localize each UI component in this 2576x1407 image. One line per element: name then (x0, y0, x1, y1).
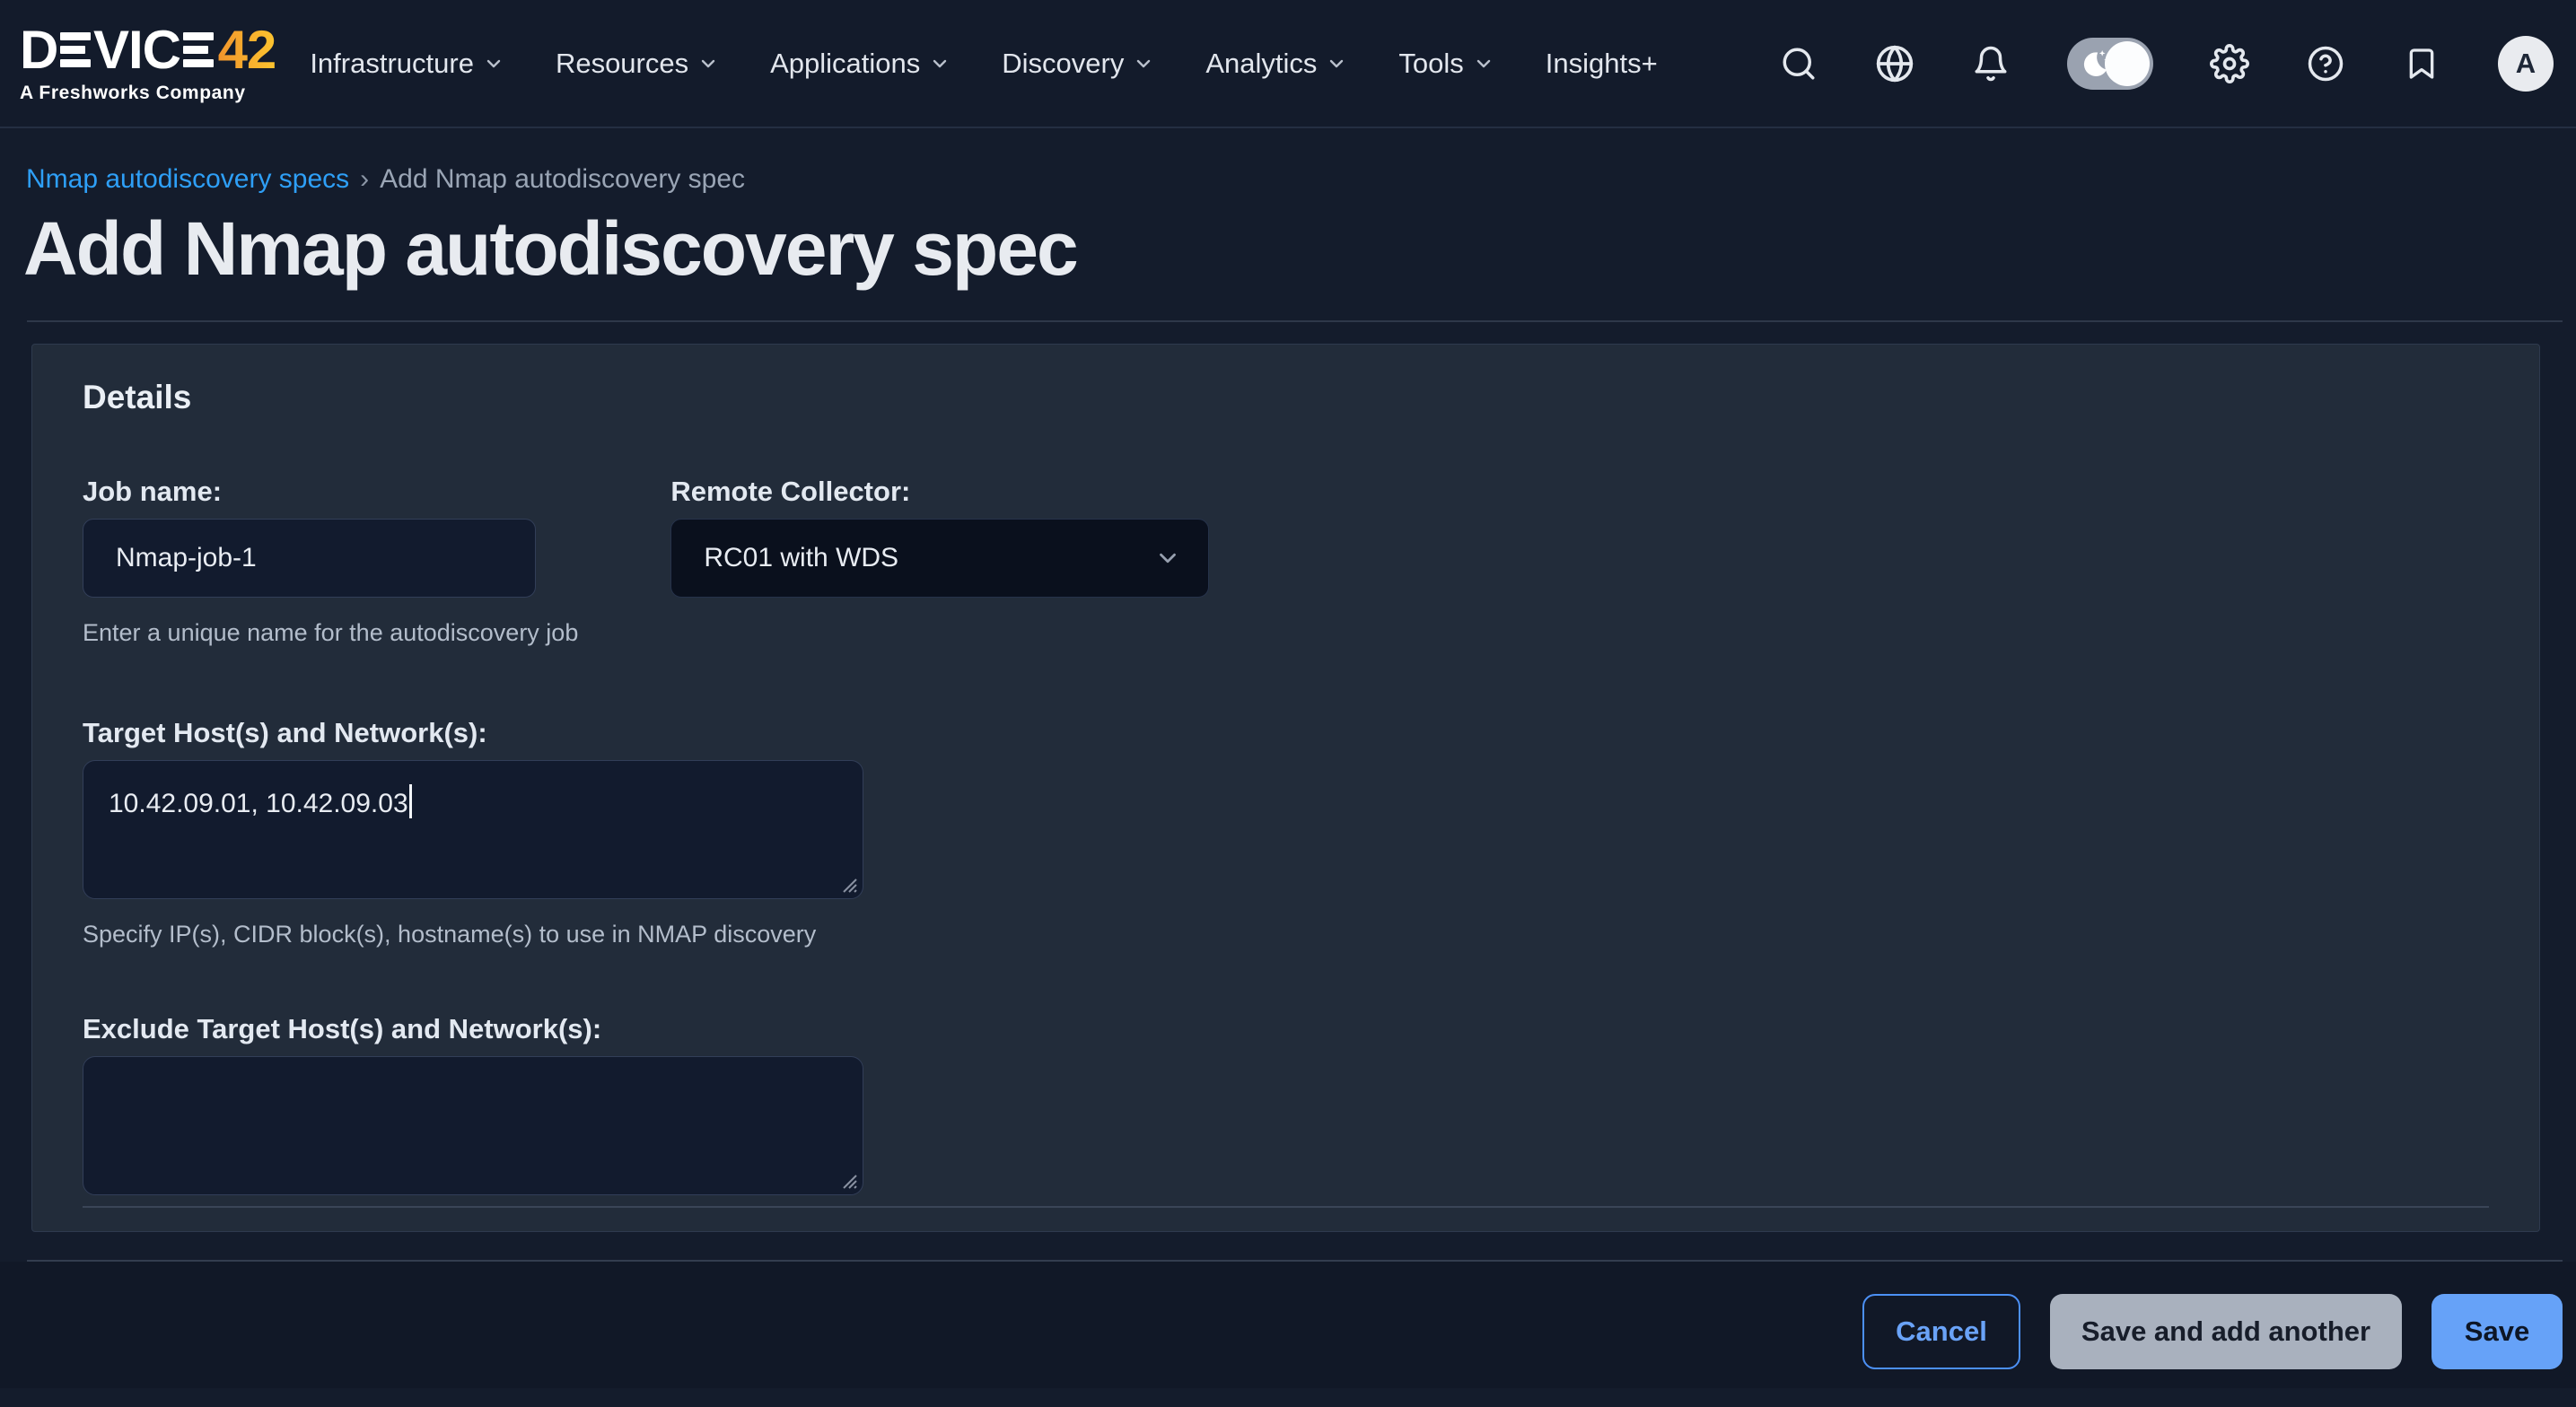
breadcrumb-current: Add Nmap autodiscovery spec (380, 164, 745, 195)
brand-letters: VIC (93, 23, 180, 77)
resize-handle-icon[interactable] (838, 874, 858, 894)
breadcrumb-link-nmap-specs[interactable]: Nmap autodiscovery specs (26, 164, 349, 195)
breadcrumb-separator: › (360, 164, 369, 195)
save-button[interactable]: Save (2431, 1294, 2563, 1369)
chevron-down-icon (1473, 53, 1494, 74)
save-and-add-another-button[interactable]: Save and add another (2050, 1294, 2402, 1369)
targets-field-group: Target Host(s) and Network(s): 10.42.09.… (83, 717, 2489, 948)
details-card: Details Job name: Enter a unique name fo… (31, 344, 2540, 1232)
targets-helper: Specify IP(s), CIDR block(s), hostname(s… (83, 921, 2489, 948)
page-title: Add Nmap autodiscovery spec (23, 207, 2576, 290)
exclude-targets-field-group: Exclude Target Host(s) and Network(s): (83, 1013, 2489, 1195)
form-row-1: Job name: Enter a unique name for the au… (83, 476, 2489, 647)
brand-logo[interactable]: D VIC 42 A Freshworks Company (20, 23, 276, 104)
chevron-down-icon (1154, 545, 1181, 572)
remote-collector-selected-value: RC01 with WDS (704, 543, 898, 573)
bell-icon[interactable] (1971, 44, 2011, 83)
toggle-knob (2105, 41, 2150, 86)
chevron-down-icon (483, 53, 504, 74)
targets-textarea[interactable]: 10.42.09.01, 10.42.09.03 (83, 760, 863, 899)
globe-icon[interactable] (1875, 44, 1914, 83)
brand-subtitle: A Freshworks Company (20, 83, 276, 104)
job-name-label: Job name: (83, 476, 578, 508)
job-name-input[interactable] (83, 519, 536, 598)
help-icon[interactable] (2306, 44, 2345, 83)
avatar-initial: A (2516, 48, 2536, 80)
targets-label: Target Host(s) and Network(s): (83, 717, 2489, 749)
section-title: Details (83, 379, 2489, 416)
exclude-targets-textarea[interactable] (83, 1056, 863, 1195)
brand-e-glyph (60, 32, 91, 66)
brand-letter: D (20, 23, 57, 77)
chevron-down-icon (697, 53, 719, 74)
bookmark-icon[interactable] (2402, 44, 2441, 83)
nav-item-insights[interactable]: Insights+ (1546, 48, 1658, 80)
resize-handle-icon[interactable] (838, 1170, 858, 1190)
card-bottom-divider (83, 1206, 2489, 1208)
chevron-down-icon (929, 53, 951, 74)
brand-e-glyph (183, 32, 214, 66)
top-divider (27, 320, 2563, 322)
nav-item-applications[interactable]: Applications (770, 48, 951, 80)
footer-action-bar: Cancel Save and add another Save (0, 1262, 2576, 1388)
text-caret (409, 784, 412, 818)
chevron-down-icon (1326, 53, 1347, 74)
job-name-helper: Enter a unique name for the autodiscover… (83, 619, 578, 647)
nav-item-analytics[interactable]: Analytics (1205, 48, 1347, 80)
breadcrumb: Nmap autodiscovery specs › Add Nmap auto… (26, 164, 2576, 195)
exclude-targets-label: Exclude Target Host(s) and Network(s): (83, 1013, 2489, 1045)
remote-collector-label: Remote Collector: (670, 476, 1209, 508)
avatar[interactable]: A (2498, 36, 2554, 92)
theme-toggle[interactable] (2067, 38, 2153, 90)
targets-value: 10.42.09.01, 10.42.09.03 (109, 789, 408, 818)
nav-utilities: A (1779, 36, 2554, 92)
remote-collector-field-group: Remote Collector: RC01 with WDS (670, 476, 1209, 647)
brand-wordmark: D VIC 42 (20, 23, 276, 77)
main-menu: Infrastructure Resources Applications Di… (310, 48, 1657, 80)
search-icon[interactable] (1779, 44, 1818, 83)
nav-item-resources[interactable]: Resources (556, 48, 719, 80)
nav-item-infrastructure[interactable]: Infrastructure (310, 48, 504, 80)
top-nav: D VIC 42 A Freshworks Company Infrastructu… (0, 0, 2576, 128)
chevron-down-icon (1133, 53, 1154, 74)
nav-item-discovery[interactable]: Discovery (1002, 48, 1154, 80)
nav-item-tools[interactable]: Tools (1398, 48, 1494, 80)
remote-collector-select[interactable]: RC01 with WDS (670, 519, 1209, 598)
gear-icon[interactable] (2210, 44, 2249, 83)
cancel-button[interactable]: Cancel (1862, 1294, 2020, 1369)
job-name-field-group: Job name: Enter a unique name for the au… (83, 476, 578, 647)
brand-number: 42 (216, 23, 276, 77)
